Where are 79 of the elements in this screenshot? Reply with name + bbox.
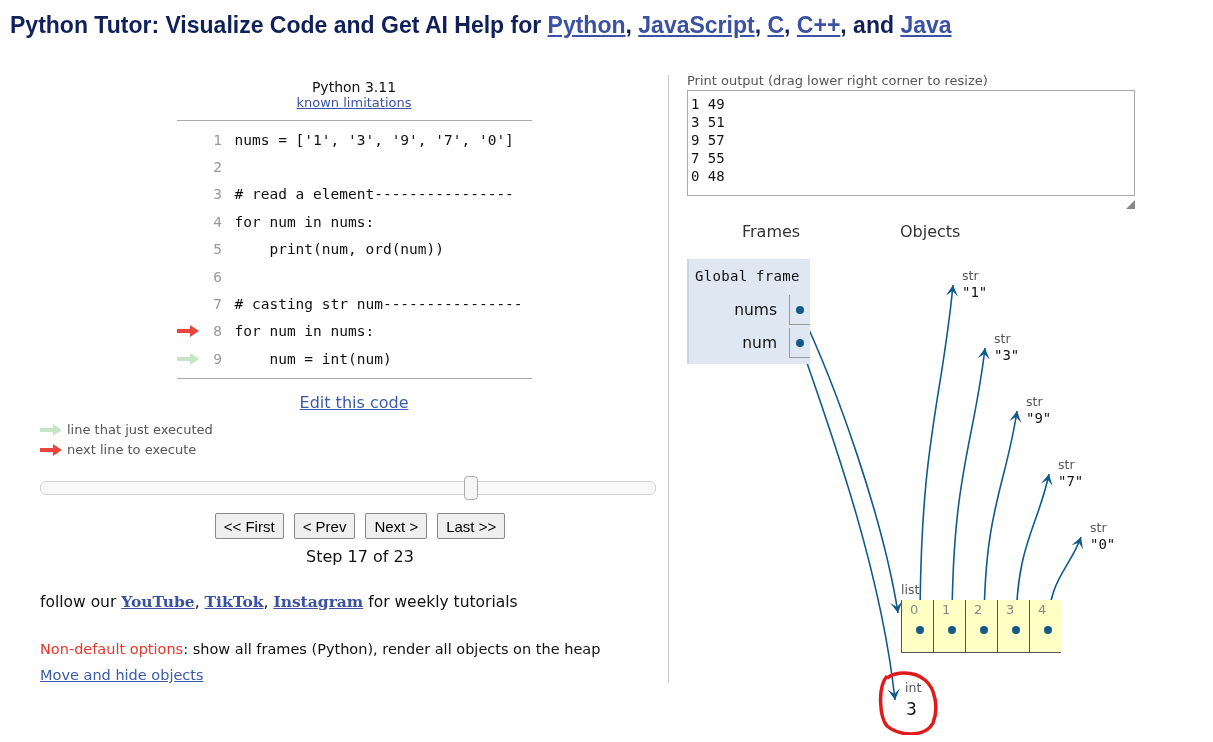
code-line: print(num, ord(num)) — [268, 241, 444, 258]
list-index: 4 — [1038, 602, 1047, 617]
language-label: Python 3.11 — [311, 79, 397, 95]
type-label: int — [905, 680, 922, 695]
list-index: 3 — [1006, 602, 1015, 617]
social-link[interactable]: YouTube — [121, 592, 195, 611]
nav-button[interactable]: << First — [214, 513, 284, 539]
code-line: num = int(num) — [268, 350, 392, 367]
type-label: list — [901, 582, 920, 597]
resize-grip-icon[interactable] — [1126, 200, 1135, 209]
line-number: 4 — [212, 213, 223, 230]
list-index: 0 — [910, 602, 919, 617]
type-label: str — [1026, 394, 1043, 409]
pointer-dot — [1044, 626, 1052, 634]
language-link[interactable]: Python — [547, 12, 626, 38]
move-objects-link[interactable]: Move and hide objects — [40, 667, 204, 683]
step-counter: Step 17 of 23 — [306, 547, 414, 566]
type-label: str — [1090, 520, 1107, 535]
type-label: str — [994, 331, 1011, 346]
string-value: "1" — [962, 284, 988, 300]
int-value: 3 — [906, 699, 917, 719]
code-line: for num in nums: — [234, 213, 375, 230]
objects-header: Objects — [900, 222, 961, 241]
limitations-link[interactable]: known limitations — [296, 95, 412, 110]
legend-text: line that just executed — [67, 422, 213, 437]
print-output-label: Print output (drag lower right corner to resize) — [687, 73, 989, 88]
output-line: 0 48 — [691, 167, 725, 185]
string-value: "7" — [1058, 473, 1084, 489]
pointer-dot — [796, 306, 804, 314]
options-text: Non-default options: show all frames (Python), render all objects on the heap — [40, 641, 601, 657]
step-slider[interactable] — [40, 475, 656, 499]
output-line: 9 57 — [691, 131, 725, 149]
follow-text: follow our YouTube, TikTok, Instagram for weekly tutorials — [40, 592, 518, 611]
line-number: 6 — [212, 268, 223, 285]
code-line: # casting str num---------------- — [234, 296, 523, 313]
list-index: 2 — [974, 602, 983, 617]
nav-button[interactable]: < Prev — [293, 513, 356, 539]
list-index: 1 — [942, 602, 951, 617]
edit-code-link[interactable]: Edit this code — [299, 392, 409, 412]
variable-name: num — [742, 333, 777, 352]
social-link[interactable]: Instagram — [273, 592, 364, 611]
code-line: # read a element---------------- — [234, 186, 514, 203]
pointer-dot — [980, 626, 988, 634]
output-line: 3 51 — [691, 113, 725, 131]
frames-header: Frames — [742, 222, 801, 241]
nav-button[interactable]: Next > — [365, 513, 428, 539]
code-line: nums = ['1', '3', '9', '7', '0'] — [234, 131, 514, 148]
pointer-dot — [796, 339, 804, 347]
line-number: 7 — [212, 296, 223, 313]
frame-name: Global frame — [694, 267, 801, 286]
line-number: 2 — [212, 159, 223, 176]
legend-text: next line to execute — [67, 442, 197, 457]
pointer-dot — [916, 626, 924, 634]
string-value: "9" — [1026, 410, 1052, 426]
social-link[interactable]: TikTok — [204, 592, 264, 611]
line-number: 8 — [212, 323, 223, 340]
output-line: 7 55 — [691, 149, 725, 167]
string-value: "3" — [994, 347, 1020, 363]
nav-button[interactable]: Last >> — [437, 513, 506, 539]
language-link[interactable]: Java — [900, 12, 952, 38]
language-link[interactable]: C++ — [796, 12, 841, 38]
legend-arrow-icon — [40, 423, 62, 436]
line-number: 1 — [212, 131, 223, 148]
line-number: 5 — [212, 241, 223, 258]
page-title: Python Tutor: Visualize Code and Get AI Help for Python, JavaScript, C, C++, and Java — [9, 11, 953, 39]
line-number: 3 — [212, 186, 223, 203]
slider-thumb[interactable] — [464, 475, 479, 500]
language-link[interactable]: C — [767, 12, 785, 38]
code-line: for num in nums: — [234, 323, 375, 340]
type-label: str — [1058, 457, 1075, 472]
line-number: 9 — [212, 350, 223, 367]
output-line: 1 49 — [691, 95, 725, 113]
variable-name: nums — [734, 300, 777, 319]
language-link[interactable]: JavaScript — [638, 12, 755, 38]
pointer-dot — [1012, 626, 1020, 634]
pointer-dot — [948, 626, 956, 634]
string-value: "0" — [1090, 536, 1116, 552]
type-label: str — [962, 268, 979, 283]
legend-arrow-icon — [40, 443, 62, 456]
